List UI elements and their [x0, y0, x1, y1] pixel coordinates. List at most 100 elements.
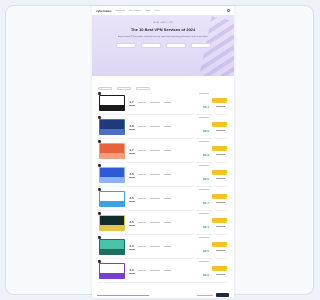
- feature-summary: [138, 126, 192, 127]
- rank-badge: [98, 92, 101, 95]
- provider-logo[interactable]: [99, 118, 125, 135]
- read-review-link[interactable]: [215, 130, 225, 131]
- price-label: [199, 212, 209, 214]
- price-label: [199, 164, 209, 166]
- nav-link-resources[interactable]: Resources: [116, 10, 126, 12]
- score-value: 4.3: [129, 267, 134, 272]
- hero-chip[interactable]: [140, 43, 161, 48]
- provider-logo[interactable]: [99, 142, 125, 159]
- filter-option[interactable]: [98, 86, 112, 90]
- visit-site-button[interactable]: [212, 122, 227, 127]
- nav-link-best-products[interactable]: Best Products: [129, 10, 141, 12]
- feature-summary: [138, 198, 192, 199]
- provider-row: 4.7 $3.1: [98, 91, 228, 115]
- deal-cta: [212, 266, 228, 275]
- hero-banner: HOME > BEST > VPN The 10 Best VPN Servic…: [92, 16, 234, 76]
- score-block: 4.5: [128, 196, 135, 202]
- feature-summary: [138, 102, 192, 103]
- rank-badge: [98, 188, 101, 191]
- provider-logo[interactable]: [99, 262, 125, 279]
- visit-site-button[interactable]: [212, 194, 227, 199]
- provider-logo[interactable]: [99, 166, 125, 183]
- visit-site-button[interactable]: [212, 242, 227, 247]
- score-bar: [128, 104, 135, 106]
- rank-badge: [98, 236, 101, 239]
- deal-cta: [212, 146, 228, 155]
- score-value: 4.8: [129, 123, 134, 128]
- visit-site-button[interactable]: [212, 98, 227, 103]
- provider-row: 4.5 $2.1: [98, 211, 228, 235]
- deal-cta: [212, 98, 228, 107]
- visit-site-button[interactable]: [212, 170, 227, 175]
- page-title: The 10 Best VPN Services of 2024: [130, 27, 196, 32]
- price-value: $2.0: [203, 176, 209, 181]
- feature-line: [150, 126, 160, 127]
- feature-line: [150, 174, 160, 175]
- hero-chip[interactable]: [115, 43, 136, 48]
- score-block: 4.7: [128, 100, 135, 106]
- provider-row: 4.7 $3.4: [98, 139, 228, 163]
- feature-line: [164, 150, 171, 151]
- feature-line: [164, 246, 171, 247]
- read-review-link[interactable]: [215, 202, 225, 203]
- rank-badge: [98, 164, 101, 167]
- read-review-link[interactable]: [215, 178, 225, 179]
- price-value: $3.1: [203, 104, 209, 109]
- price-value: $2.9: [203, 128, 209, 133]
- read-review-link[interactable]: [215, 154, 225, 155]
- feature-line: [150, 246, 160, 247]
- price-block: $2.5: [195, 236, 209, 257]
- price-label: [199, 188, 209, 190]
- feature-line: [138, 174, 146, 175]
- site-logo[interactable]: cybernews: [96, 9, 112, 13]
- visit-site-button[interactable]: [212, 146, 227, 151]
- score-block: 4.7: [128, 148, 135, 154]
- read-review-link[interactable]: [215, 106, 225, 107]
- top-navigation: cybernews Resources Best Products News M…: [92, 6, 234, 16]
- feature-line: [164, 174, 171, 175]
- provider-logo[interactable]: [99, 238, 125, 255]
- filter-option[interactable]: [117, 86, 131, 90]
- score-bar: [128, 176, 135, 178]
- deal-cta: [212, 242, 228, 251]
- price-block: $1.7: [195, 188, 209, 209]
- hero-chip[interactable]: [190, 43, 211, 48]
- feature-line: [164, 126, 171, 127]
- feature-summary: [138, 174, 192, 175]
- provider-row: 4.3 $2.2: [98, 259, 228, 283]
- price-label: [199, 116, 209, 118]
- price-label: [199, 140, 209, 142]
- visit-site-button[interactable]: [212, 266, 227, 271]
- rank-badge: [98, 212, 101, 215]
- menu-icon[interactable]: [227, 9, 230, 12]
- provider-logo[interactable]: [99, 214, 125, 231]
- provider-logo[interactable]: [99, 190, 125, 207]
- feature-line: [138, 150, 146, 151]
- feature-line: [164, 198, 171, 199]
- score-bar: [128, 128, 135, 130]
- score-block: 4.8: [128, 124, 135, 130]
- read-review-link[interactable]: [215, 226, 225, 227]
- feature-line: [138, 222, 146, 223]
- nav-link-more[interactable]: More: [155, 10, 160, 12]
- feature-line: [164, 222, 171, 223]
- score-bar: [128, 224, 135, 226]
- hero-chip[interactable]: [165, 43, 186, 48]
- read-review-link[interactable]: [215, 250, 225, 251]
- score-block: 4.6: [128, 172, 135, 178]
- nav-link-news[interactable]: News: [146, 10, 151, 12]
- score-bar: [128, 248, 135, 250]
- provider-row: 4.6 $2.0: [98, 163, 228, 187]
- cookie-settings-link[interactable]: [197, 294, 213, 296]
- breadcrumb[interactable]: HOME > BEST > VPN: [92, 22, 234, 24]
- visit-site-button[interactable]: [212, 218, 227, 223]
- score-value: 4.4: [129, 243, 134, 248]
- provider-logo[interactable]: [99, 94, 125, 111]
- filter-option[interactable]: [136, 86, 150, 90]
- provider-row: 4.4 $2.5: [98, 235, 228, 259]
- deal-cta: [212, 122, 228, 131]
- cookie-accept-button[interactable]: [216, 293, 229, 297]
- feature-line: [150, 102, 160, 103]
- read-review-link[interactable]: [215, 274, 225, 275]
- price-value: $2.5: [203, 248, 209, 253]
